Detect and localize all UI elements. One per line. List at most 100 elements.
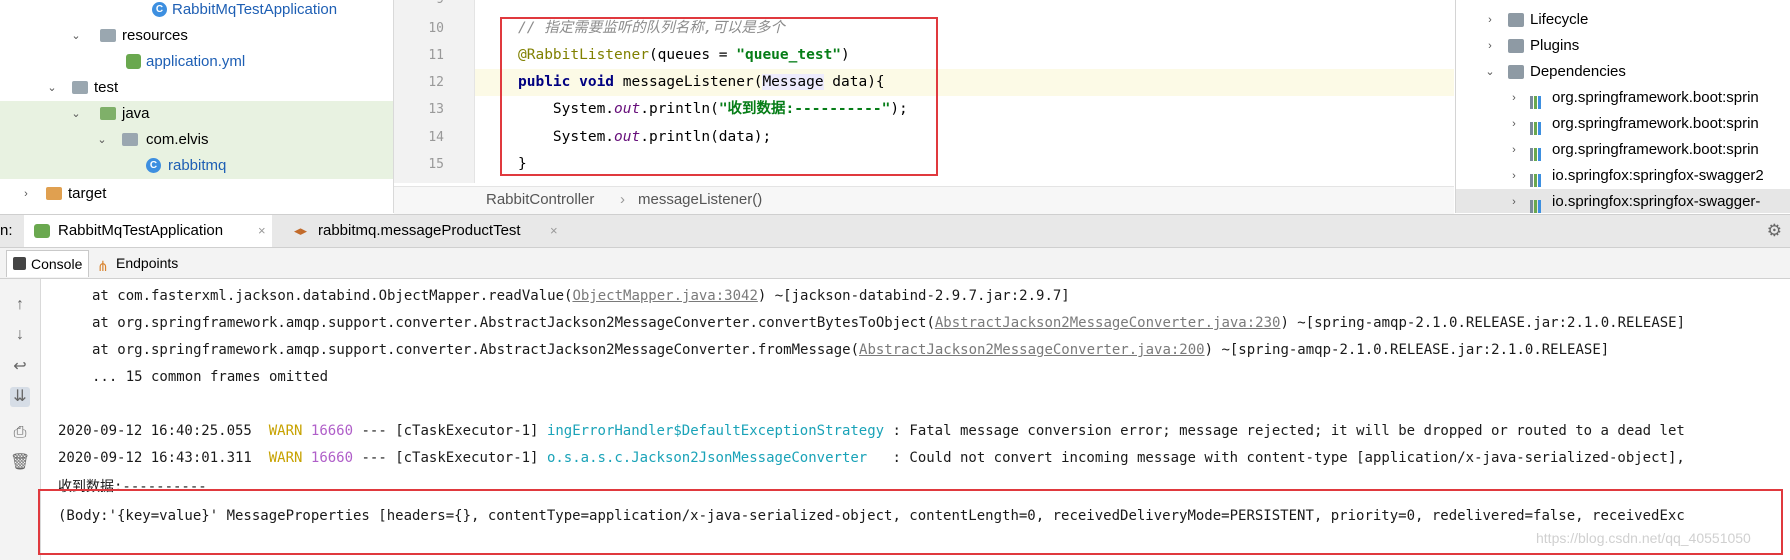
source-link[interactable]: ObjectMapper.java:3042 xyxy=(572,288,757,304)
maven-item-label: io.springfox:springfox-swagger- xyxy=(1552,193,1761,210)
maven-item-label: Lifecycle xyxy=(1530,11,1589,28)
breadcrumb: RabbitController › messageListener() xyxy=(394,186,1454,214)
console-line: at org.springframework.amqp.support.conv… xyxy=(92,311,1685,335)
chevron-right-icon[interactable]: › xyxy=(1484,33,1496,59)
chevron-right-icon[interactable]: › xyxy=(1508,85,1520,111)
maven-dependency[interactable]: › io.springfox:springfox-swagger- xyxy=(1456,189,1790,213)
tab-label: Console xyxy=(31,256,83,272)
maven-item-label: org.springframework.boot:sprin xyxy=(1552,115,1759,132)
log-pid: 16660 xyxy=(310,450,354,466)
package-icon xyxy=(122,133,138,146)
tree-item-com-elvis[interactable]: ⌄ com.elvis xyxy=(0,127,393,153)
chevron-right-icon[interactable]: › xyxy=(1484,7,1496,33)
line-number: 9 xyxy=(394,0,444,13)
tree-item-java[interactable]: ⌄ java xyxy=(0,101,393,127)
scroll-to-end-icon[interactable]: ⇊ xyxy=(10,387,30,407)
dependencies-icon xyxy=(1508,65,1524,79)
tree-item-label: application.yml xyxy=(146,53,246,70)
close-icon[interactable]: × xyxy=(550,215,558,247)
tree-item-target[interactable]: › target xyxy=(0,181,393,207)
console-icon xyxy=(13,257,26,270)
line-number: 10 xyxy=(428,21,444,36)
tab-rabbitmqtestapplication[interactable]: RabbitMqTestApplication × xyxy=(24,215,272,247)
spring-boot-icon xyxy=(34,224,50,238)
folder-icon xyxy=(100,29,116,42)
breadcrumb-item-method[interactable]: messageListener() xyxy=(638,187,762,213)
chevron-right-icon[interactable]: › xyxy=(1508,189,1520,213)
tree-item-application-yml[interactable]: application.yml xyxy=(0,49,393,75)
lifecycle-icon xyxy=(1508,13,1524,27)
maven-item-label: org.springframework.boot:sprin xyxy=(1552,89,1759,106)
tree-item-label: com.elvis xyxy=(146,131,209,148)
maven-item-lifecycle[interactable]: › Lifecycle xyxy=(1456,7,1790,33)
chevron-down-icon[interactable]: ⌄ xyxy=(46,75,58,101)
source-link[interactable]: AbstractJackson2MessageConverter.java:23… xyxy=(935,315,1281,331)
library-icon xyxy=(1530,92,1548,109)
maven-dependency[interactable]: › io.springfox:springfox-swagger2 xyxy=(1456,163,1790,189)
log-logger: ingErrorHandler$DefaultExceptionStrategy xyxy=(546,423,885,439)
log-message: : Could not convert incoming message wit… xyxy=(892,450,1685,466)
console-text: ) ~[spring-amqp-2.1.0.RELEASE.jar:2.1.0.… xyxy=(1280,315,1686,331)
log-message: : Fatal message conversion error; messag… xyxy=(892,423,1685,439)
chevron-right-icon[interactable]: › xyxy=(1508,137,1520,163)
arrow-up-icon[interactable]: ↑ xyxy=(10,295,30,315)
console-subtabs: Console ⋔ Endpoints xyxy=(0,248,1790,279)
log-pid: 16660 xyxy=(310,423,354,439)
print-icon[interactable]: ⎙ xyxy=(10,423,30,443)
log-line: 2020-09-12 16:43:01.311 WARN 16660 --- [… xyxy=(58,446,1685,470)
chevron-down-icon[interactable]: ⌄ xyxy=(96,127,108,153)
folder-icon xyxy=(46,187,62,200)
console-text: at org.springframework.amqp.support.conv… xyxy=(92,315,935,331)
tree-item-label: test xyxy=(94,79,119,96)
log-level: WARN xyxy=(268,423,303,439)
highlight-box-code xyxy=(500,17,938,176)
source-link[interactable]: AbstractJackson2MessageConverter.java:20… xyxy=(859,342,1205,358)
tree-item-label: resources xyxy=(122,27,188,44)
chevron-right-icon[interactable]: › xyxy=(1508,111,1520,137)
log-level: WARN xyxy=(268,450,303,466)
plugins-icon xyxy=(1508,39,1524,53)
highlight-box-output xyxy=(38,489,1783,555)
maven-dependency[interactable]: › org.springframework.boot:sprin xyxy=(1456,111,1790,137)
library-icon xyxy=(1530,118,1548,135)
console-text: ) ~[jackson-databind-2.9.7.jar:2.9.7] xyxy=(757,288,1070,304)
java-class-icon: C xyxy=(152,2,167,17)
tab-endpoints[interactable]: ⋔ Endpoints xyxy=(92,250,184,276)
breadcrumb-item-class[interactable]: RabbitController xyxy=(486,187,594,213)
chevron-right-icon[interactable]: › xyxy=(20,181,32,207)
console-text: at org.springframework.amqp.support.conv… xyxy=(92,342,860,358)
watermark: https://blog.csdn.net/qq_40551050 xyxy=(1536,530,1751,546)
console-line: at com.fasterxml.jackson.databind.Object… xyxy=(92,284,1070,308)
maven-dependency[interactable]: › org.springframework.boot:sprin xyxy=(1456,85,1790,111)
library-icon xyxy=(1530,196,1548,213)
chevron-down-icon[interactable]: ⌄ xyxy=(70,23,82,49)
tab-console[interactable]: Console xyxy=(6,250,90,277)
tree-item-test[interactable]: ⌄ test xyxy=(0,75,393,101)
maven-item-plugins[interactable]: › Plugins xyxy=(1456,33,1790,59)
tab-messageproducttest[interactable]: ◂▸ rabbitmq.messageProductTest × xyxy=(282,215,572,247)
console-text: ) ~[spring-amqp-2.1.0.RELEASE.jar:2.1.0.… xyxy=(1204,342,1610,358)
chevron-down-icon[interactable]: ⌄ xyxy=(1484,59,1496,85)
arrow-down-icon[interactable]: ↓ xyxy=(10,325,30,345)
tree-item-label: rabbitmq xyxy=(168,157,227,174)
console-text: at com.fasterxml.jackson.databind.Object… xyxy=(92,288,573,304)
trash-icon[interactable]: 🗑 xyxy=(10,453,30,473)
console-line: at org.springframework.amqp.support.conv… xyxy=(92,338,1609,362)
folder-icon xyxy=(100,107,116,120)
chevron-right-icon[interactable]: › xyxy=(1508,163,1520,189)
tree-item-rabbitmqtestapplication[interactable]: C RabbitMqTestApplication xyxy=(0,0,393,23)
maven-dependency[interactable]: › org.springframework.boot:sprin xyxy=(1456,137,1790,163)
breadcrumb-separator: › xyxy=(620,191,625,208)
maven-item-dependencies[interactable]: ⌄ Dependencies xyxy=(1456,59,1790,85)
tree-item-resources[interactable]: ⌄ resources xyxy=(0,23,393,49)
maven-item-label: Plugins xyxy=(1530,37,1580,54)
close-icon[interactable]: × xyxy=(258,215,266,247)
line-number: 15 xyxy=(428,157,444,172)
soft-wrap-icon[interactable]: ↩ xyxy=(10,357,30,377)
run-tool-window-tabs: n: RabbitMqTestApplication × ◂▸ rabbitmq… xyxy=(0,214,1790,248)
tree-item-rabbitmq[interactable]: C rabbitmq xyxy=(0,153,393,179)
run-label: n: xyxy=(0,222,13,239)
chevron-down-icon[interactable]: ⌄ xyxy=(70,101,82,127)
tab-label: Endpoints xyxy=(116,255,179,271)
gear-icon[interactable]: ⚙ xyxy=(1767,215,1782,247)
